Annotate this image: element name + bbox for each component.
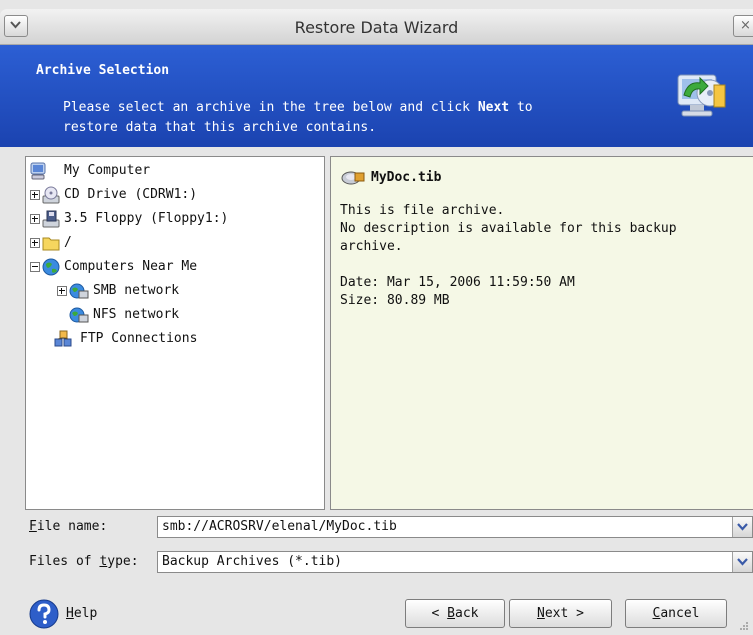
page-description: Please select an archive in the tree bel… — [63, 100, 533, 135]
expand-icon[interactable] — [30, 214, 40, 224]
archive-description-text: No description is available for this bac… — [340, 221, 677, 236]
file-type-dropdown-button[interactable] — [732, 552, 752, 572]
archive-name: MyDoc.tib — [371, 170, 442, 185]
close-window-button[interactable]: × — [733, 15, 753, 37]
expand-icon[interactable] — [57, 286, 67, 296]
cd-drive-icon — [42, 186, 60, 204]
network-icon — [69, 307, 89, 323]
file-type-combo[interactable]: Backup Archives (*.tib) — [157, 551, 753, 573]
collapse-icon[interactable] — [30, 262, 40, 272]
file-name-value: smb://ACROSRV/elenal/MyDoc.tib — [162, 519, 397, 534]
restore-wizard-icon — [677, 74, 726, 117]
computer-icon — [30, 162, 46, 180]
file-name-combo[interactable]: smb://ACROSRV/elenal/MyDoc.tib — [157, 516, 753, 538]
wizard-header: Archive Selection Please select an archi… — [0, 45, 753, 147]
chevron-down-icon — [737, 558, 748, 566]
next-button[interactable]: Next > — [509, 599, 612, 628]
floppy-icon — [42, 210, 60, 228]
title-bar: Restore Data Wizard × — [0, 9, 753, 45]
folder-icon — [42, 237, 60, 251]
archive-file-icon — [341, 171, 365, 185]
archive-type-text: This is file archive. — [340, 203, 505, 218]
globe-icon — [42, 258, 60, 276]
back-button[interactable]: < Back — [405, 599, 505, 628]
help-link[interactable]: Help — [66, 606, 97, 621]
window-title: Restore Data Wizard — [294, 18, 459, 37]
expand-icon[interactable] — [30, 190, 40, 200]
chevron-down-icon — [737, 523, 748, 531]
archive-description-text-cont: archive. — [340, 239, 403, 254]
archive-info-panel: MyDoc.tib This is file archive. No descr… — [330, 156, 753, 510]
archive-date: Date: Mar 15, 2006 11:59:50 AM — [340, 275, 575, 290]
cancel-button[interactable]: Cancel — [625, 599, 727, 628]
restore-data-wizard-window: Restore Data Wizard × Archive Selection … — [0, 0, 753, 635]
archive-tree[interactable]: My Computer CD Drive (CDRW1:) 3.5 Floppy… — [25, 156, 325, 510]
close-icon: × — [740, 18, 751, 33]
file-name-label: File name: — [29, 519, 108, 534]
resize-grip-icon[interactable] — [739, 621, 749, 631]
ftp-icon — [54, 330, 72, 347]
file-name-dropdown-button[interactable] — [732, 517, 752, 537]
network-icon — [69, 283, 89, 299]
file-type-value: Backup Archives (*.tib) — [162, 554, 343, 569]
expand-icon[interactable] — [30, 238, 40, 248]
files-of-type-label: Files of type: — [29, 554, 139, 569]
help-icon[interactable] — [29, 599, 59, 629]
page-heading: Archive Selection — [36, 63, 170, 78]
archive-size: Size: 80.89 MB — [340, 293, 450, 308]
